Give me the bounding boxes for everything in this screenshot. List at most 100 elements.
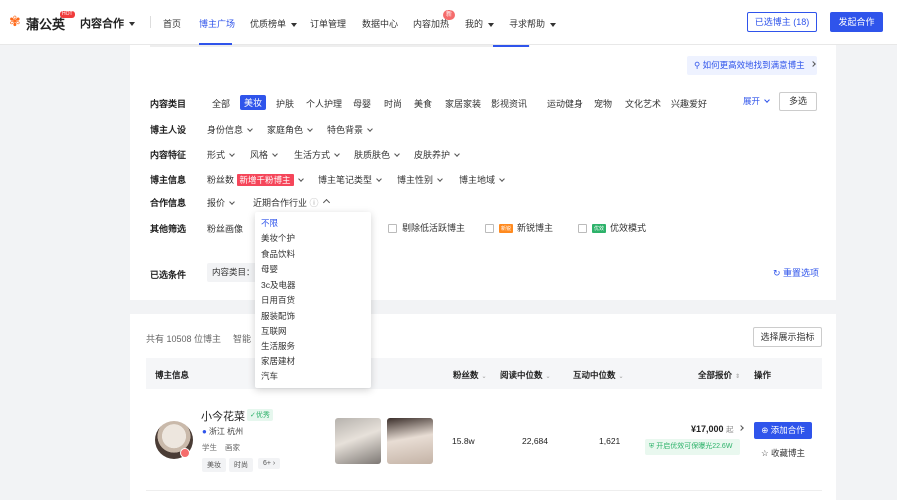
brand-switcher[interactable]: 内容合作 — [80, 15, 135, 31]
category-tag[interactable]: 影视资讯 — [491, 97, 527, 110]
nav-content-boost[interactable]: 内容加热 — [413, 17, 449, 30]
dropdown-option[interactable]: 美妆个护 — [261, 232, 295, 244]
dropdown-option[interactable]: 家居建材 — [261, 355, 295, 367]
skincare-dropdown[interactable]: 皮肤养护 — [414, 148, 460, 161]
sort-icon: ⌄ — [545, 374, 551, 380]
nav-data-center[interactable]: 数据中心 — [362, 17, 398, 30]
lifestyle-dropdown[interactable]: 生活方式 — [294, 148, 340, 161]
caret-down-icon — [488, 22, 495, 27]
note-thumbnail[interactable] — [387, 418, 433, 464]
blogger-name[interactable]: 小今花菜 — [201, 408, 245, 424]
th-interact[interactable]: 互动中位数 ⌄ — [573, 369, 624, 381]
nav-home[interactable]: 首页 — [163, 17, 181, 30]
select-metrics-button[interactable]: 选择展示指标 — [753, 327, 822, 347]
background-dropdown[interactable]: 特色背景 — [327, 123, 373, 136]
dropdown-option[interactable]: 日用百货 — [261, 294, 295, 306]
note-type-dropdown[interactable]: 博主笔记类型 — [318, 173, 382, 186]
chevron-down-icon — [297, 176, 304, 182]
category-tag[interactable]: 护肤 — [276, 97, 294, 110]
style-dropdown[interactable]: 风格 — [250, 148, 278, 161]
nav-help[interactable]: 寻求帮助 — [509, 17, 557, 30]
note-thumbnail[interactable] — [335, 418, 381, 464]
price-value[interactable]: ¥17,000 起 — [691, 424, 744, 435]
nav-blogger-square[interactable]: 博主广场 — [199, 17, 235, 30]
quality-mode-checkbox[interactable]: 优效 优效模式 — [578, 221, 646, 234]
th-label: 互动中位数 — [573, 370, 616, 380]
other-filter-label: 其他筛选 — [150, 224, 187, 234]
form-dropdown[interactable]: 形式 — [207, 148, 235, 161]
smart-sort[interactable]: 智能 — [233, 334, 251, 344]
industry-dropdown-menu: 不限 美妆个护 食品饮料 母婴 3c及电器 日用百货 服装配饰 互联网 生活服务… — [255, 212, 371, 388]
price-dropdown[interactable]: 报价 — [207, 196, 235, 209]
family-role-dropdown[interactable]: 家庭角色 — [267, 123, 313, 136]
blogger-info-label: 博主信息 — [150, 175, 187, 185]
more-tags-label: 6+ — [263, 460, 271, 467]
remove-inactive-checkbox[interactable]: 剔除低活跃博主 — [388, 221, 465, 234]
location-label: 浙江 杭州 — [208, 427, 244, 436]
chevron-down-icon — [247, 126, 253, 132]
th-price[interactable]: 全部报价 ⇕ — [698, 369, 740, 381]
add-cooperation-button[interactable]: ⊕ 添加合作 — [754, 422, 812, 439]
multi-select-button[interactable]: 多选 — [779, 92, 817, 111]
dropdown-option[interactable]: 生活服务 — [261, 340, 295, 352]
chevron-right-icon — [809, 61, 816, 67]
category-tag[interactable]: 文化艺术 — [625, 97, 661, 110]
checkbox — [485, 224, 494, 234]
nav-label: 寻求帮助 — [509, 19, 546, 29]
expand-button[interactable]: 展开 — [743, 95, 770, 107]
th-read[interactable]: 阅读中位数 ⌄ — [500, 369, 551, 381]
category-tag[interactable]: 个人护理 — [306, 97, 342, 110]
dropdown-option[interactable]: 食品饮料 — [261, 248, 295, 260]
identity-dropdown[interactable]: 身份信息 — [207, 123, 253, 136]
dropdown-option[interactable]: 3c及电器 — [261, 279, 295, 291]
result-count: 共有 10508 位博主 智能 — [146, 332, 251, 345]
tip-link[interactable]: ⚲ 如何更高效地找到满意博主 — [687, 56, 817, 75]
boost-banner[interactable]: ⛨ 开启优效可保曝光22.6W — [645, 439, 740, 455]
recent-industry-dropdown[interactable]: 近期合作行业 ⓘ — [253, 196, 330, 209]
favorite-button[interactable]: ☆ 收藏博主 — [761, 447, 805, 459]
dropdown-option[interactable]: 服装配饰 — [261, 310, 295, 322]
region-dropdown[interactable]: 博主地域 — [459, 173, 505, 186]
category-tag[interactable]: 全部 — [212, 97, 230, 110]
checkbox — [388, 224, 397, 234]
nav-mine[interactable]: 我的 — [465, 17, 495, 30]
category-tag[interactable]: 母婴 — [353, 97, 371, 110]
row-divider — [146, 490, 822, 491]
selected-bloggers-button[interactable]: 已选博主 (18) — [747, 12, 817, 32]
category-tag-selected[interactable]: 美妆 — [240, 95, 267, 110]
fan-portrait-dropdown[interactable]: 粉丝画像 — [207, 222, 243, 235]
category-tag[interactable]: 美食 — [414, 97, 432, 110]
dropdown-option[interactable]: 母婴 — [261, 263, 278, 275]
category-tag[interactable]: 时尚 — [384, 97, 402, 110]
start-cooperation-button[interactable]: 发起合作 — [830, 12, 883, 32]
dropdown-option-any[interactable]: 不限 — [261, 217, 278, 229]
category-tag[interactable]: 兴趣爱好 — [671, 97, 707, 110]
search-input[interactable] — [150, 45, 530, 47]
skin-dropdown[interactable]: 肤质肤色 — [354, 148, 400, 161]
nav-quality-rank[interactable]: 优质榜单 — [250, 17, 298, 30]
fans-dropdown[interactable]: 粉丝数 新增千粉博主 — [207, 173, 304, 186]
more-tags[interactable]: 6+ › — [258, 458, 281, 469]
dropdown-option[interactable]: 汽车 — [261, 370, 278, 382]
th-fans[interactable]: 粉丝数 ⌄ — [453, 369, 487, 381]
gender-badge-icon — [180, 448, 190, 458]
new-blogger-checkbox[interactable]: 新锐 新锐博主 — [485, 221, 553, 234]
reset-button[interactable]: ↻ 重置选项 — [773, 266, 819, 279]
search-button[interactable] — [493, 45, 529, 47]
category-tag[interactable]: 宠物 — [594, 97, 612, 110]
chevron-down-icon — [394, 151, 400, 157]
category-tag[interactable]: 运动健身 — [547, 97, 583, 110]
interact-value: 1,621 — [599, 436, 621, 446]
new-fans-badge: 新增千粉博主 — [236, 174, 294, 186]
chevron-down-icon — [334, 151, 340, 157]
persona-label: 博主人设 — [150, 125, 187, 135]
gender-dropdown[interactable]: 博主性别 — [397, 173, 443, 186]
checkbox-label: 新锐博主 — [517, 223, 554, 233]
dropdown-option[interactable]: 互联网 — [261, 325, 287, 337]
dropdown-label: 形式 — [207, 150, 226, 160]
nav-orders[interactable]: 订单管理 — [310, 17, 346, 30]
category-label: 内容类目 — [150, 99, 187, 109]
chevron-up-icon — [322, 198, 330, 207]
category-tag[interactable]: 家居家装 — [445, 97, 481, 110]
dropdown-label: 风格 — [250, 150, 269, 160]
